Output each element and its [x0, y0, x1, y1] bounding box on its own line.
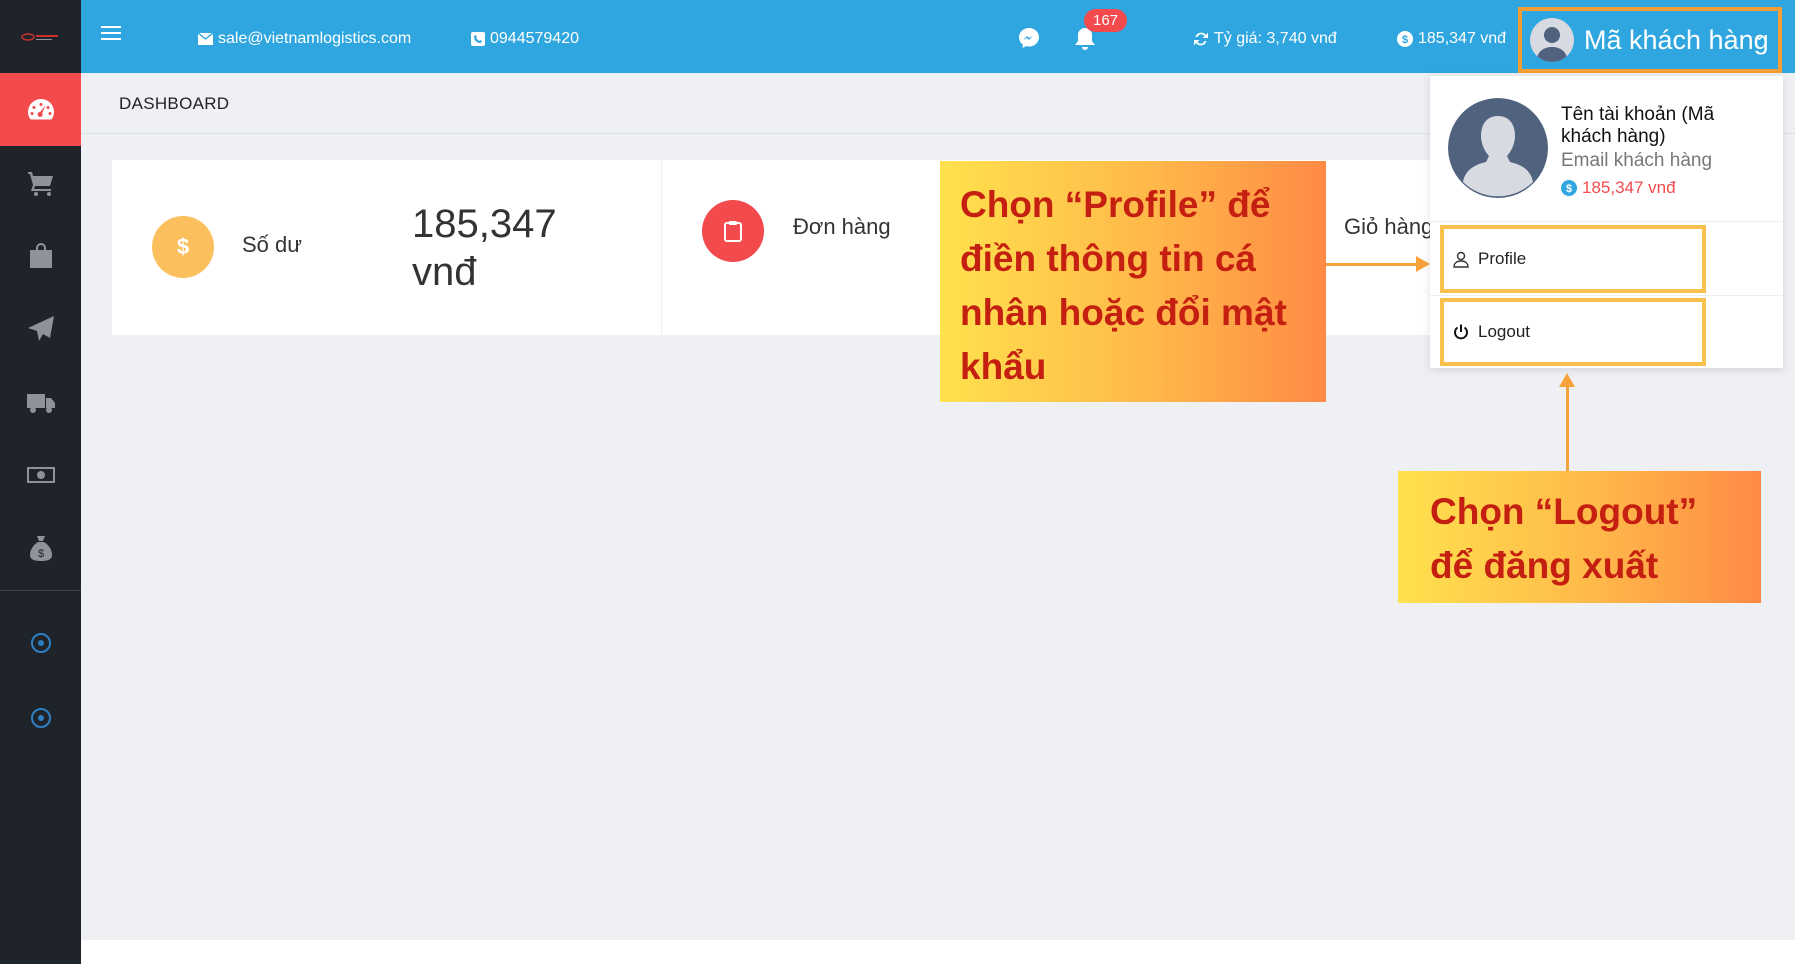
- stat-balance-label: Số dư: [242, 232, 302, 257]
- profile-hint-text: Chọn “Profile” để điền thông tin cá nhân…: [960, 184, 1287, 387]
- profile-menu-item[interactable]: Profile: [1440, 225, 1706, 293]
- notification-badge: 167: [1084, 9, 1128, 32]
- logout-label: Logout: [1478, 322, 1530, 341]
- profile-label: Profile: [1478, 249, 1527, 268]
- profile-hint-arrow: [1326, 256, 1430, 272]
- user-avatar-icon: [1536, 27, 1568, 62]
- dollar-circle-icon: $: [1561, 180, 1577, 196]
- refresh-icon: [1194, 32, 1208, 46]
- header-phone-text: 0944579420: [490, 30, 579, 47]
- envelope-icon: [198, 33, 213, 45]
- sidebar-item-delivery[interactable]: [0, 365, 81, 438]
- header-balance-text: 185,347 vnđ: [1418, 30, 1507, 47]
- sidebar-item-dashboard[interactable]: [0, 73, 81, 146]
- divider: [1430, 221, 1783, 222]
- avatar: [1530, 18, 1574, 62]
- delivery-truck-icon: [26, 393, 55, 413]
- sidebar-item-money[interactable]: [0, 438, 81, 511]
- messenger-icon[interactable]: [1017, 26, 1041, 50]
- avatar: [1448, 98, 1548, 198]
- money-bag-icon: $: [29, 535, 52, 561]
- svg-text:$: $: [1402, 34, 1408, 46]
- power-icon: [1454, 324, 1468, 340]
- menu-toggle-button[interactable]: [101, 26, 121, 42]
- svg-text:$: $: [37, 548, 43, 560]
- sidebar-item-cart[interactable]: [0, 146, 81, 219]
- dollar-icon: $: [152, 216, 214, 278]
- top-header: sale@vietnamlogistics.com 0944579420 167…: [81, 0, 1795, 73]
- shopping-bag-icon: [29, 242, 52, 268]
- logout-menu-item[interactable]: Logout: [1440, 298, 1706, 366]
- logout-hint-callout: Chọn “Logout” để đăng xuất: [1398, 471, 1761, 603]
- footer: [81, 940, 1795, 964]
- chevron-down-icon: ⌄: [1752, 27, 1766, 44]
- user-avatar-icon: [1448, 98, 1548, 198]
- header-phone[interactable]: 0944579420: [471, 30, 579, 48]
- user-outline-icon: [1453, 251, 1469, 268]
- paper-plane-icon: [27, 315, 54, 341]
- account-balance-text: 185,347 vnđ: [1582, 178, 1676, 197]
- sidebar: $: [0, 0, 81, 964]
- header-balance: $ 185,347 vnđ: [1397, 30, 1506, 48]
- svg-text:$: $: [1566, 183, 1572, 195]
- user-menu-label: Mã khách hàng: [1584, 24, 1769, 55]
- logout-hint-text: Chọn “Logout” để đăng xuất: [1430, 491, 1698, 586]
- account-email: Email khách hàng: [1561, 150, 1713, 171]
- stat-orders-label: Đơn hàng: [793, 214, 891, 239]
- dollar-circle-icon: $: [1397, 31, 1413, 47]
- logo[interactable]: [0, 0, 81, 73]
- circle-dot-icon: [30, 707, 51, 728]
- sidebar-item-extra-2[interactable]: [0, 680, 81, 755]
- user-dropdown: Tên tài khoản (Mã khách hàng) Email khác…: [1430, 76, 1783, 368]
- stat-cart-label: Giỏ hàng: [1344, 214, 1434, 239]
- sidebar-item-money-bag[interactable]: $: [0, 511, 81, 584]
- page-title: DASHBOARD: [119, 94, 230, 113]
- logo-icon: [20, 32, 58, 41]
- divider: [1430, 295, 1783, 296]
- stat-balance: $ Số dư 185,347 vnđ: [112, 160, 662, 335]
- cart-icon: [27, 171, 53, 196]
- clipboard-icon: [702, 200, 764, 262]
- logout-hint-arrow: [1559, 373, 1575, 471]
- header-email-text: sale@vietnamlogistics.com: [218, 30, 412, 47]
- account-balance: $ 185,347 vnđ: [1561, 178, 1676, 198]
- sidebar-item-send[interactable]: [0, 292, 81, 365]
- dashboard-icon: [27, 98, 54, 119]
- header-email[interactable]: sale@vietnamlogistics.com: [198, 30, 411, 48]
- account-name: Tên tài khoản (Mã khách hàng): [1561, 104, 1715, 147]
- exchange-rate-text: Tỷ giá: 3,740 vnđ: [1214, 30, 1337, 47]
- exchange-rate: Tỷ giá: 3,740 vnđ: [1193, 30, 1337, 48]
- stat-balance-value: 185,347 vnđ: [412, 202, 557, 294]
- phone-icon: [471, 32, 485, 46]
- user-menu-toggle[interactable]: Mã khách hàng ⌄: [1518, 7, 1782, 73]
- circle-dot-icon: [30, 632, 51, 653]
- sidebar-item-extra-1[interactable]: [0, 605, 81, 680]
- sidebar-divider: [0, 590, 81, 591]
- profile-hint-callout: Chọn “Profile” để điền thông tin cá nhân…: [940, 161, 1326, 402]
- sidebar-item-shopping-bag[interactable]: [0, 219, 81, 292]
- money-icon: [26, 466, 55, 483]
